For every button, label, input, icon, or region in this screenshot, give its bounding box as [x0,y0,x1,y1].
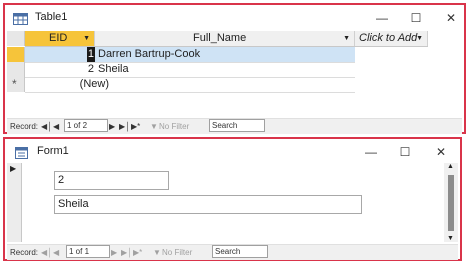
record-selector-new[interactable]: * [7,77,25,92]
full-name-field[interactable]: Sheila [54,195,362,214]
table-row[interactable]: 1 Darren Bartrup-Cook [25,47,355,63]
filter-icon: ▼ [153,248,161,257]
record-navigation-bar: Record: ◀│ ◀ 1 of 1 ▶ ▶│ ▶* ▼ No Filter … [7,244,458,260]
maximize-button[interactable]: ☐ [394,142,416,162]
close-button[interactable]: ✕ [440,8,462,28]
full-name-cell[interactable]: Sheila [98,62,129,77]
scrollbar-thumb[interactable] [448,175,454,231]
search-input[interactable]: Search [212,245,268,258]
column-header-label: Click to Add [359,32,418,44]
sort-dropdown-icon[interactable]: ▼ [343,31,350,46]
previous-record-button[interactable]: ◀ [53,119,59,134]
eid-field[interactable]: 2 [54,171,169,190]
scroll-down-icon[interactable]: ▼ [447,235,454,242]
datasheet-icon [13,12,28,30]
minimize-button[interactable]: — [360,142,382,162]
sort-dropdown-icon[interactable]: ▼ [416,31,423,46]
record-navigation-bar: Record: ◀│ ◀ 1 of 2 ▶ ▶│ ▶* ▼ No Filter … [7,118,462,134]
new-record-label: (New) [79,78,109,90]
first-record-button[interactable]: ◀│ [41,119,52,134]
close-button[interactable]: ✕ [430,142,452,162]
current-record-field[interactable]: 1 of 1 [66,245,110,258]
next-record-button[interactable]: ▶ [111,245,117,260]
new-record-button[interactable]: ▶* [131,119,140,134]
table1-window: Table1 — ☐ ✕ EID ▼ Full_Name ▼ Click to … [3,3,466,134]
last-record-button[interactable]: ▶│ [119,119,130,134]
new-record-icon: * [12,77,17,91]
eid-cell[interactable]: 2 [88,62,94,77]
record-selector[interactable] [7,62,25,77]
filter-status[interactable]: No Filter [162,245,192,260]
first-record-button[interactable]: ◀│ [41,245,52,260]
column-header-row: EID ▼ Full_Name ▼ Click to Add ▼ [25,31,428,47]
datasheet-grid: EID ▼ Full_Name ▼ Click to Add ▼ * 1 Dar… [7,31,462,94]
previous-record-button[interactable]: ◀ [53,245,59,260]
current-record-arrow-icon: ▶ [10,164,17,173]
record-label: Record: [10,122,39,131]
last-record-button[interactable]: ▶│ [121,245,132,260]
column-header-eid[interactable]: EID ▼ [25,31,95,46]
full-name-cell[interactable]: Darren Bartrup-Cook [98,47,200,62]
form-icon [15,146,28,164]
select-all-corner[interactable] [7,31,25,46]
record-selector-current[interactable] [7,47,25,62]
search-input[interactable]: Search [209,119,265,132]
table1-titlebar: Table1 — ☐ ✕ [5,5,464,31]
next-record-button[interactable]: ▶ [109,119,115,134]
filter-status[interactable]: No Filter [159,119,189,134]
form1-titlebar: Form1 — ☐ ✕ [5,139,460,165]
new-record-button[interactable]: ▶* [133,245,142,260]
current-record-field[interactable]: 1 of 2 [64,119,108,132]
column-header-full-name[interactable]: Full_Name ▼ [95,31,355,46]
eid-cell[interactable]: 1 [86,47,95,62]
new-record-row[interactable]: (New) [25,77,355,93]
maximize-button[interactable]: ☐ [405,8,427,28]
window-title: Table1 [35,11,68,23]
window-title: Form1 [37,145,69,157]
filter-icon: ▼ [150,122,158,131]
column-header-label: Full_Name [193,32,247,44]
sort-dropdown-icon[interactable]: ▼ [83,31,90,46]
record-selector-bar[interactable]: ▶ [7,163,22,242]
scroll-up-icon[interactable]: ▲ [447,163,454,170]
record-label: Record: [10,248,39,257]
minimize-button[interactable]: — [371,8,393,28]
table-row[interactable]: 2 Sheila [25,62,355,78]
vertical-scrollbar[interactable]: ▲ ▼ [444,163,458,242]
column-header-label: EID [49,32,68,44]
column-header-click-to-add[interactable]: Click to Add ▼ [355,31,428,46]
form1-window: Form1 — ☐ ✕ ▶ 2 Sheila ▲ ▼ Record: ◀│ ◀ … [3,137,462,261]
